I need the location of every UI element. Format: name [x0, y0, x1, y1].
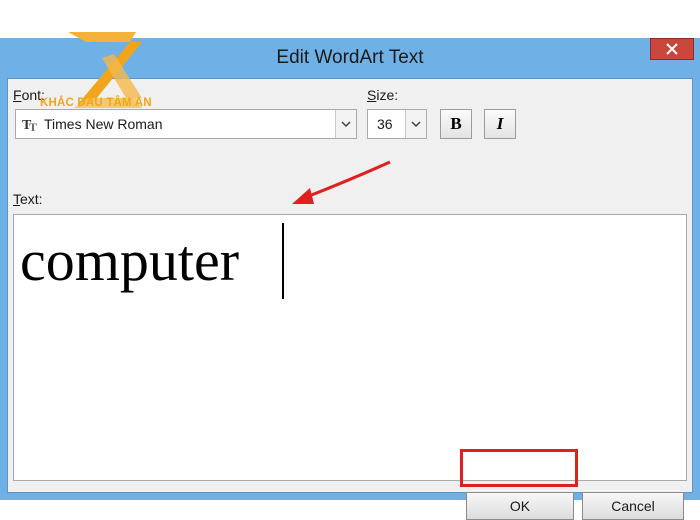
ok-button[interactable]: OK — [466, 492, 574, 520]
svg-text:T: T — [29, 120, 37, 132]
chevron-down-icon — [341, 121, 351, 127]
dialog-body: Font: T T Times New Roman Size: 36 B I T… — [7, 78, 693, 520]
bold-icon: B — [450, 114, 462, 133]
close-icon — [666, 43, 678, 55]
text-label: Text: — [13, 191, 43, 207]
chevron-down-icon — [411, 121, 421, 127]
annotation-arrow-icon — [292, 160, 391, 204]
wordart-text-value: computer — [20, 223, 284, 299]
ok-button-highlight — [460, 449, 578, 487]
truetype-font-icon: T T — [22, 118, 37, 132]
wordart-text-input[interactable]: computer — [13, 214, 687, 481]
font-dropdown-button[interactable] — [335, 110, 356, 138]
size-value: 36 — [377, 116, 393, 132]
text-caret — [282, 223, 284, 299]
italic-icon: I — [496, 114, 504, 133]
italic-button[interactable]: I — [484, 109, 516, 139]
bold-button[interactable]: B — [440, 109, 472, 139]
cancel-button[interactable]: Cancel — [582, 492, 684, 520]
size-select[interactable]: 36 — [367, 109, 427, 139]
font-value: Times New Roman — [44, 116, 163, 132]
brand-name: KHẮC DẤU TÂM AN — [40, 97, 152, 109]
close-button[interactable] — [650, 38, 694, 60]
size-dropdown-button[interactable] — [405, 110, 426, 138]
size-label: Size: — [367, 87, 399, 103]
